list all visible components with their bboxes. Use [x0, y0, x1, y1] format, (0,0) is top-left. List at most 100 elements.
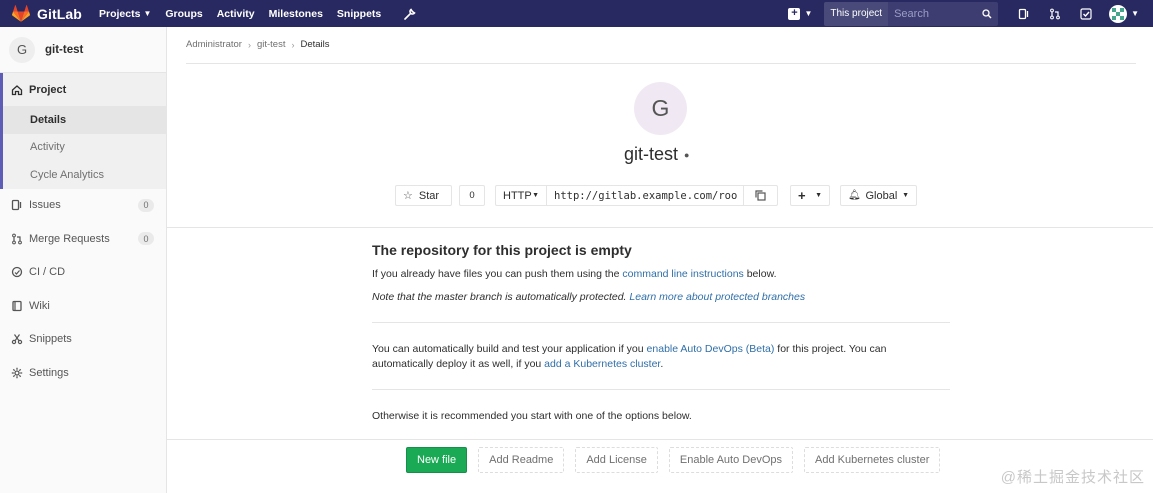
plus-icon: +: [788, 7, 801, 20]
wrench-icon: [404, 7, 416, 20]
issues-icon: [1018, 8, 1028, 19]
add-kubernetes-cluster-button[interactable]: Add Kubernetes cluster: [804, 447, 941, 473]
divider: [372, 389, 950, 390]
nav-groups-label: Groups: [165, 7, 203, 20]
sidebar-item-snippets[interactable]: Snippets: [0, 323, 166, 357]
sidebar-item-merge-requests[interactable]: Merge Requests 0: [0, 222, 166, 256]
top-navbar: GitLab Projects ▼ Groups Activity Milesto…: [0, 0, 1153, 27]
add-kubernetes-cluster-link[interactable]: add a Kubernetes cluster: [544, 358, 660, 370]
sidebar-item-issues[interactable]: Issues 0: [0, 189, 166, 223]
search-form: This project Search: [824, 1, 999, 26]
user-menu-dropdown[interactable]: ▼: [1101, 4, 1153, 23]
otherwise-text: Otherwise it is recommended you start wi…: [372, 410, 692, 422]
sidebar-item-wiki[interactable]: Wiki: [0, 289, 166, 323]
push-text-suffix: below.: [743, 268, 777, 280]
clone-protocol-dropdown[interactable]: HTTP ▼: [495, 185, 547, 206]
project-title-text: git-test: [624, 144, 679, 164]
nav-milestones-label: Milestones: [268, 7, 323, 20]
nav-snippets-label: Snippets: [336, 7, 382, 20]
main-content: Administrator › git-test › Details G git…: [167, 27, 1153, 493]
sidebar-item-label: Project: [29, 83, 67, 96]
push-instructions-text: If you already have files you can push t…: [372, 267, 777, 282]
nav-milestones[interactable]: Milestones: [262, 0, 330, 27]
nav-projects-label: Projects: [99, 7, 141, 20]
sidebar-subitem-details[interactable]: Details: [3, 106, 166, 134]
sidebar-item-label: CI / CD: [29, 266, 66, 279]
chevron-down-icon: ▼: [532, 192, 539, 199]
sidebar-subitem-activity[interactable]: Activity: [3, 134, 166, 162]
gitlab-logo-icon: [12, 5, 30, 22]
breadcrumb-current: Details: [300, 39, 330, 50]
divider: [372, 322, 950, 323]
sidebar-subitem-cycle-analytics[interactable]: Cycle Analytics: [3, 161, 166, 189]
nav-projects[interactable]: Projects ▼: [92, 0, 158, 27]
user-avatar: [1109, 4, 1128, 23]
issues-icon: [11, 199, 23, 211]
command-line-instructions-link[interactable]: command line instructions: [622, 268, 743, 280]
globe-icon: ●: [684, 149, 690, 160]
breadcrumb: Administrator › git-test › Details: [186, 39, 330, 50]
clone-protocol-label: HTTP: [503, 189, 532, 202]
star-button[interactable]: ☆ Star: [395, 185, 452, 206]
sidebar-subitem-label: Activity: [30, 141, 65, 154]
add-readme-button[interactable]: Add Readme: [478, 447, 565, 473]
notification-level: Global: [865, 189, 898, 202]
nav-activity[interactable]: Activity: [210, 0, 262, 27]
enable-auto-devops-button[interactable]: Enable Auto DevOps: [668, 447, 794, 473]
gitlab-home-link[interactable]: GitLab: [0, 5, 92, 22]
quick-actions: New file Add Readme Add License Enable A…: [406, 447, 951, 473]
admin-area-link[interactable]: [388, 0, 426, 27]
sidebar-item-label: Snippets: [29, 333, 72, 346]
sidebar-item-project[interactable]: Project: [3, 73, 166, 106]
section-divider: [167, 227, 1153, 228]
sidebar-project-group: Project Details Activity Cycle Analytics: [0, 73, 166, 189]
project-sidebar: G git-test Project Details Activity Cycl…: [0, 27, 167, 493]
nav-activity-label: Activity: [216, 7, 255, 20]
chevron-down-icon: ▼: [143, 9, 152, 18]
section-divider: [167, 439, 1153, 440]
clone-url-input[interactable]: http://gitlab.example.com/roo: [547, 185, 743, 206]
sidebar-item-label: Merge Requests: [29, 232, 110, 245]
merge-request-icon: [1049, 8, 1060, 19]
brand-name: GitLab: [37, 5, 82, 22]
todos-nav-link[interactable]: [1070, 0, 1101, 27]
merge-requests-nav-link[interactable]: [1039, 0, 1070, 27]
breadcrumb-project[interactable]: git-test: [257, 39, 286, 50]
sidebar-project-avatar: G: [9, 36, 35, 63]
sidebar-item-settings[interactable]: Settings: [0, 356, 166, 390]
new-item-dropdown[interactable]: + ▼: [788, 7, 812, 20]
breadcrumb-administrator[interactable]: Administrator: [186, 39, 242, 50]
project-avatar: G: [634, 82, 687, 135]
sidebar-subitem-label: Details: [30, 113, 67, 126]
search-scope-badge[interactable]: This project: [824, 1, 889, 26]
sidebar-item-label: Settings: [29, 366, 69, 379]
new-file-button[interactable]: New file: [406, 447, 468, 473]
merge-requests-count-badge: 0: [138, 232, 154, 246]
todo-check-icon: [1079, 7, 1092, 20]
devops-text-suffix: .: [660, 358, 664, 370]
sidebar-project-header[interactable]: G git-test: [0, 27, 166, 73]
nav-groups[interactable]: Groups: [158, 0, 209, 27]
nav-snippets[interactable]: Snippets: [330, 0, 388, 27]
copy-url-button[interactable]: [743, 185, 778, 206]
rocket-icon: [11, 266, 23, 278]
chevron-right-icon: ›: [247, 39, 251, 50]
push-text-prefix: If you already have files you can push t…: [372, 268, 623, 280]
devops-text-prefix: You can automatically build and test you…: [372, 343, 647, 355]
sidebar-item-ci-cd[interactable]: CI / CD: [0, 256, 166, 290]
book-icon: [11, 300, 23, 312]
star-icon: ☆: [403, 190, 413, 202]
breadcrumb-divider: [186, 63, 1136, 64]
notification-dropdown[interactable]: 🔔︎ Global ▼: [840, 185, 917, 206]
protected-branches-link[interactable]: Learn more about protected branches: [629, 291, 805, 303]
empty-repo-title: The repository for this project is empty: [372, 242, 632, 258]
star-count[interactable]: 0: [459, 185, 485, 206]
enable-auto-devops-link[interactable]: enable Auto DevOps (Beta): [647, 343, 775, 355]
add-license-button[interactable]: Add License: [575, 447, 658, 473]
issues-count-badge: 0: [138, 198, 154, 212]
search-input[interactable]: Search: [888, 1, 999, 26]
search-icon: [982, 8, 992, 18]
issues-nav-link[interactable]: [1008, 0, 1039, 27]
home-icon: [11, 84, 23, 96]
add-to-tree-dropdown[interactable]: + ▼: [790, 185, 830, 206]
